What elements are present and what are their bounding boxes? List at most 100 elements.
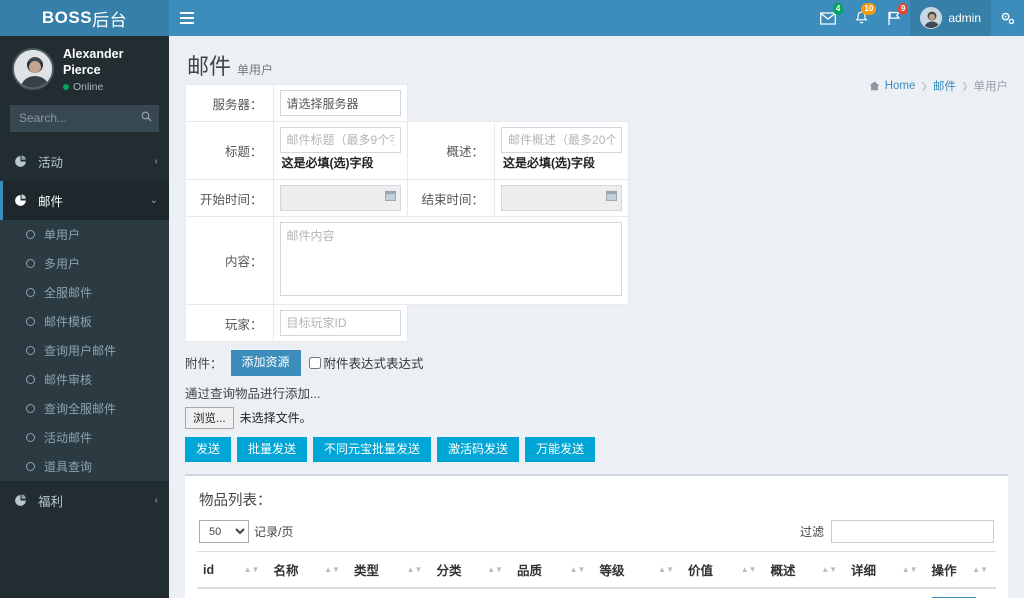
column-header-quality[interactable]: 品质 ▲▼ [510,551,594,590]
sidebar-subitem-activity-mail[interactable]: 活动邮件 [0,423,169,452]
column-label: 名称 [273,564,299,579]
sidebar-sublink-8[interactable]: 道具查询 [0,452,169,481]
column-header-action[interactable]: 操作 ▲▼ [925,551,996,590]
home-icon [869,81,880,91]
sidebar-subitem-mail-audit[interactable]: 邮件审核 [0,365,169,394]
sidebar-item-activity[interactable]: 活动 ‹ [0,142,169,181]
sidebar-subitem-query-all-server-mail[interactable]: 查询全服邮件 [0,394,169,423]
sidebar-link-welfare[interactable]: 福利 ‹ [0,481,169,520]
sidebar-user-panel: Alexander Pierce Online [0,36,169,103]
sidebar-subitem-mail-template[interactable]: 邮件模板 [0,307,169,336]
sidebar-subitem-label: 全服邮件 [44,285,93,300]
page-title-sub: 单用户 [237,63,274,77]
pie-chart-icon [14,154,30,168]
file-upload-row: 浏览... 未选择文件。 [185,406,1008,429]
sidebar-subitem-all-server-mail[interactable]: 全服邮件 [0,278,169,307]
sidebar-sublink-0[interactable]: 单用户 [0,220,169,249]
form-row-server: 服务器： [185,84,629,122]
column-header-id[interactable]: id ▲▼ [197,551,268,590]
item-list-title: 物品列表： [199,493,272,510]
notifications-button[interactable]: 10 [845,0,878,36]
cell-id: 1 [197,588,268,598]
user-menu-button[interactable]: admin [910,0,991,36]
end-time-input[interactable] [501,185,623,211]
column-header-detail[interactable]: 详细 ▲▼ [845,551,926,590]
top-navbar: 4 10 9 admin [169,0,1024,36]
settings-button[interactable] [991,0,1024,36]
sidebar-item-welfare[interactable]: 福利 ‹ [0,481,169,520]
sidebar-sublink-4[interactable]: 查询用户邮件 [0,336,169,365]
start-time-input[interactable] [279,185,401,211]
search-icon[interactable] [133,104,159,132]
sort-icon: ▲▼ [901,564,918,574]
chevron-down-icon: ⌄ [149,194,158,206]
send-button[interactable]: 发送 [185,436,232,463]
breadcrumb-separator-icon: ❯ [960,80,969,91]
player-id-input[interactable] [279,310,401,336]
start-time-label: 开始时间： [185,179,274,217]
circle-icon [26,345,35,355]
column-label: 品质 [516,564,542,579]
sidebar-sublink-6[interactable]: 查询全服邮件 [0,394,169,423]
column-header-summary[interactable]: 概述 ▲▼ [764,551,846,590]
sidebar-subitem-label: 多用户 [44,256,81,271]
content-textarea[interactable] [279,222,623,296]
attachment-expression-checkbox-label[interactable]: 附件表达式表达式 [308,353,424,372]
circle-icon [26,461,35,471]
filter-input[interactable] [831,520,994,544]
sidebar-subitem-single-user[interactable]: 单用户 [0,220,169,249]
column-header-level[interactable]: 等级 ▲▼ [593,551,683,590]
sidebar-sublink-1[interactable]: 多用户 [0,249,169,278]
app-root: BOSS 后台 Alexander Pierce Online Search..… [0,0,1024,598]
sidebar: BOSS 后台 Alexander Pierce Online Search..… [0,0,169,598]
sidebar-subitem-item-query[interactable]: 道具查询 [0,452,169,481]
sidebar-item-mail[interactable]: 邮件 ⌄ 单用户 多用户 全服邮件 邮件模板 查询用户邮件 邮件审核 查询全服邮… [0,180,169,481]
mail-form: 服务器： 标题： 这是必填(选)字段 概述： [185,84,630,342]
universal-send-button[interactable]: 万能发送 [525,436,596,463]
cell-value: 1000 [682,588,765,598]
calendar-icon[interactable] [606,190,618,204]
browse-file-button[interactable]: 浏览... [185,406,234,429]
sidebar-subitem-query-user-mail[interactable]: 查询用户邮件 [0,336,169,365]
column-header-name[interactable]: 名称 ▲▼ [267,551,348,590]
attachment-expression-checkbox[interactable] [308,356,321,369]
sidebar-sublink-3[interactable]: 邮件模板 [0,307,169,336]
title-input[interactable] [279,127,401,153]
sidebar-subitem-multi-user[interactable]: 多用户 [0,249,169,278]
sort-icon: ▲▼ [658,564,675,574]
page-length-select[interactable]: 50 [199,520,249,544]
logo-bold: BOSS [41,8,93,27]
spacer-c [407,305,495,342]
item-table-header-row: id ▲▼ 名称 ▲▼ 类型 ▲▼ 分类 ▲▼ 品质 ▲▼ 等级 ▲▼ 价值 ▲▼ 概述 ▲▼ … [197,551,996,590]
sidebar-toggle-button[interactable] [169,0,205,36]
server-select[interactable] [279,90,401,116]
add-resource-button[interactable]: 添加资源 [230,350,301,376]
sidebar-sublink-2[interactable]: 全服邮件 [0,278,169,307]
summary-input[interactable] [501,127,623,153]
circle-icon [26,229,35,239]
breadcrumb-home[interactable]: Home [885,80,916,92]
sidebar-sublink-5[interactable]: 邮件审核 [0,365,169,394]
tasks-button[interactable]: 9 [878,0,910,36]
column-header-type[interactable]: 类型 ▲▼ [347,551,431,590]
column-header-value[interactable]: 价值 ▲▼ [682,551,765,590]
activation-code-send-button[interactable]: 激活码发送 [437,436,520,463]
column-header-category[interactable]: 分类 ▲▼ [430,551,511,590]
content-label: 内容： [185,216,274,305]
messages-button[interactable]: 4 [811,0,845,36]
breadcrumb-level1[interactable]: 邮件 [933,78,956,94]
content-field-cell [272,216,630,305]
sidebar-sublink-7[interactable]: 活动邮件 [0,423,169,452]
batch-send-button[interactable]: 批量发送 [237,436,308,463]
sidebar-link-activity[interactable]: 活动 ‹ [0,142,169,181]
sidebar-link-mail[interactable]: 邮件 ⌄ [0,180,169,220]
different-yuanbao-batch-send-button[interactable]: 不同元宝批量发送 [313,436,432,463]
end-time-cell [494,179,630,217]
circle-icon [26,432,35,442]
app-logo[interactable]: BOSS 后台 [0,0,169,36]
sort-icon: ▲▼ [243,564,260,574]
circle-icon [26,403,35,413]
filter-control: 过滤 [800,520,994,544]
calendar-icon[interactable] [384,190,396,204]
sort-icon: ▲▼ [406,564,423,574]
